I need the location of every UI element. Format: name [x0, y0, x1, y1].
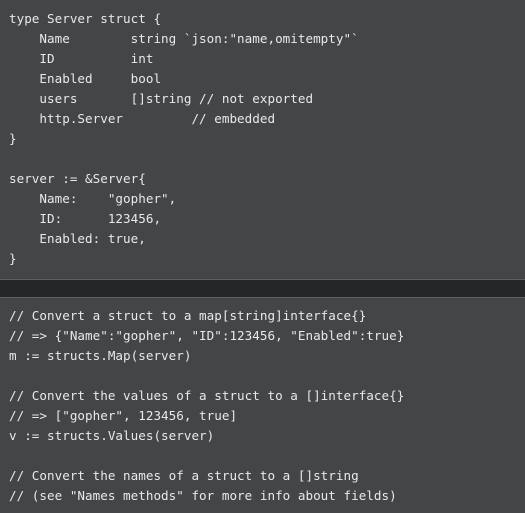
code-block-divider: [0, 279, 525, 298]
code-line: m := structs.Map(server): [9, 348, 192, 363]
code-block-struct-definition[interactable]: type Server struct { Name string `json:"…: [0, 0, 525, 279]
code-line: }: [9, 131, 17, 146]
code-line: Name string `json:"name,omitempty"`: [9, 31, 359, 46]
code-line: // Convert the names of a struct to a []…: [9, 468, 359, 483]
code-line: Enabled bool: [9, 71, 162, 86]
code-line: http.Server // embedded: [9, 111, 276, 126]
code-line: ID: 123456,: [9, 211, 162, 226]
code-line: users []string // not exported: [9, 91, 314, 106]
code-line: ID int: [9, 51, 154, 66]
code-line: // Convert the values of a struct to a […: [9, 388, 405, 403]
code-line: server := &Server{: [9, 171, 146, 186]
code-line: // (see "Names methods" for more info ab…: [9, 488, 397, 503]
code-line: Enabled: true,: [9, 231, 146, 246]
code-block-structs-usage[interactable]: // Convert a struct to a map[string]inte…: [0, 298, 525, 513]
code-line: type Server struct {: [9, 11, 162, 26]
code-line: v := structs.Values(server): [9, 428, 215, 443]
code-snippet-page: type Server struct { Name string `json:"…: [0, 0, 525, 513]
code-line: // Convert a struct to a map[string]inte…: [9, 308, 367, 323]
code-line: // => {"Name":"gopher", "ID":123456, "En…: [9, 328, 405, 343]
code-line: Name: "gopher",: [9, 191, 177, 206]
code-line: }: [9, 251, 17, 266]
code-line: // => ["gopher", 123456, true]: [9, 408, 238, 423]
